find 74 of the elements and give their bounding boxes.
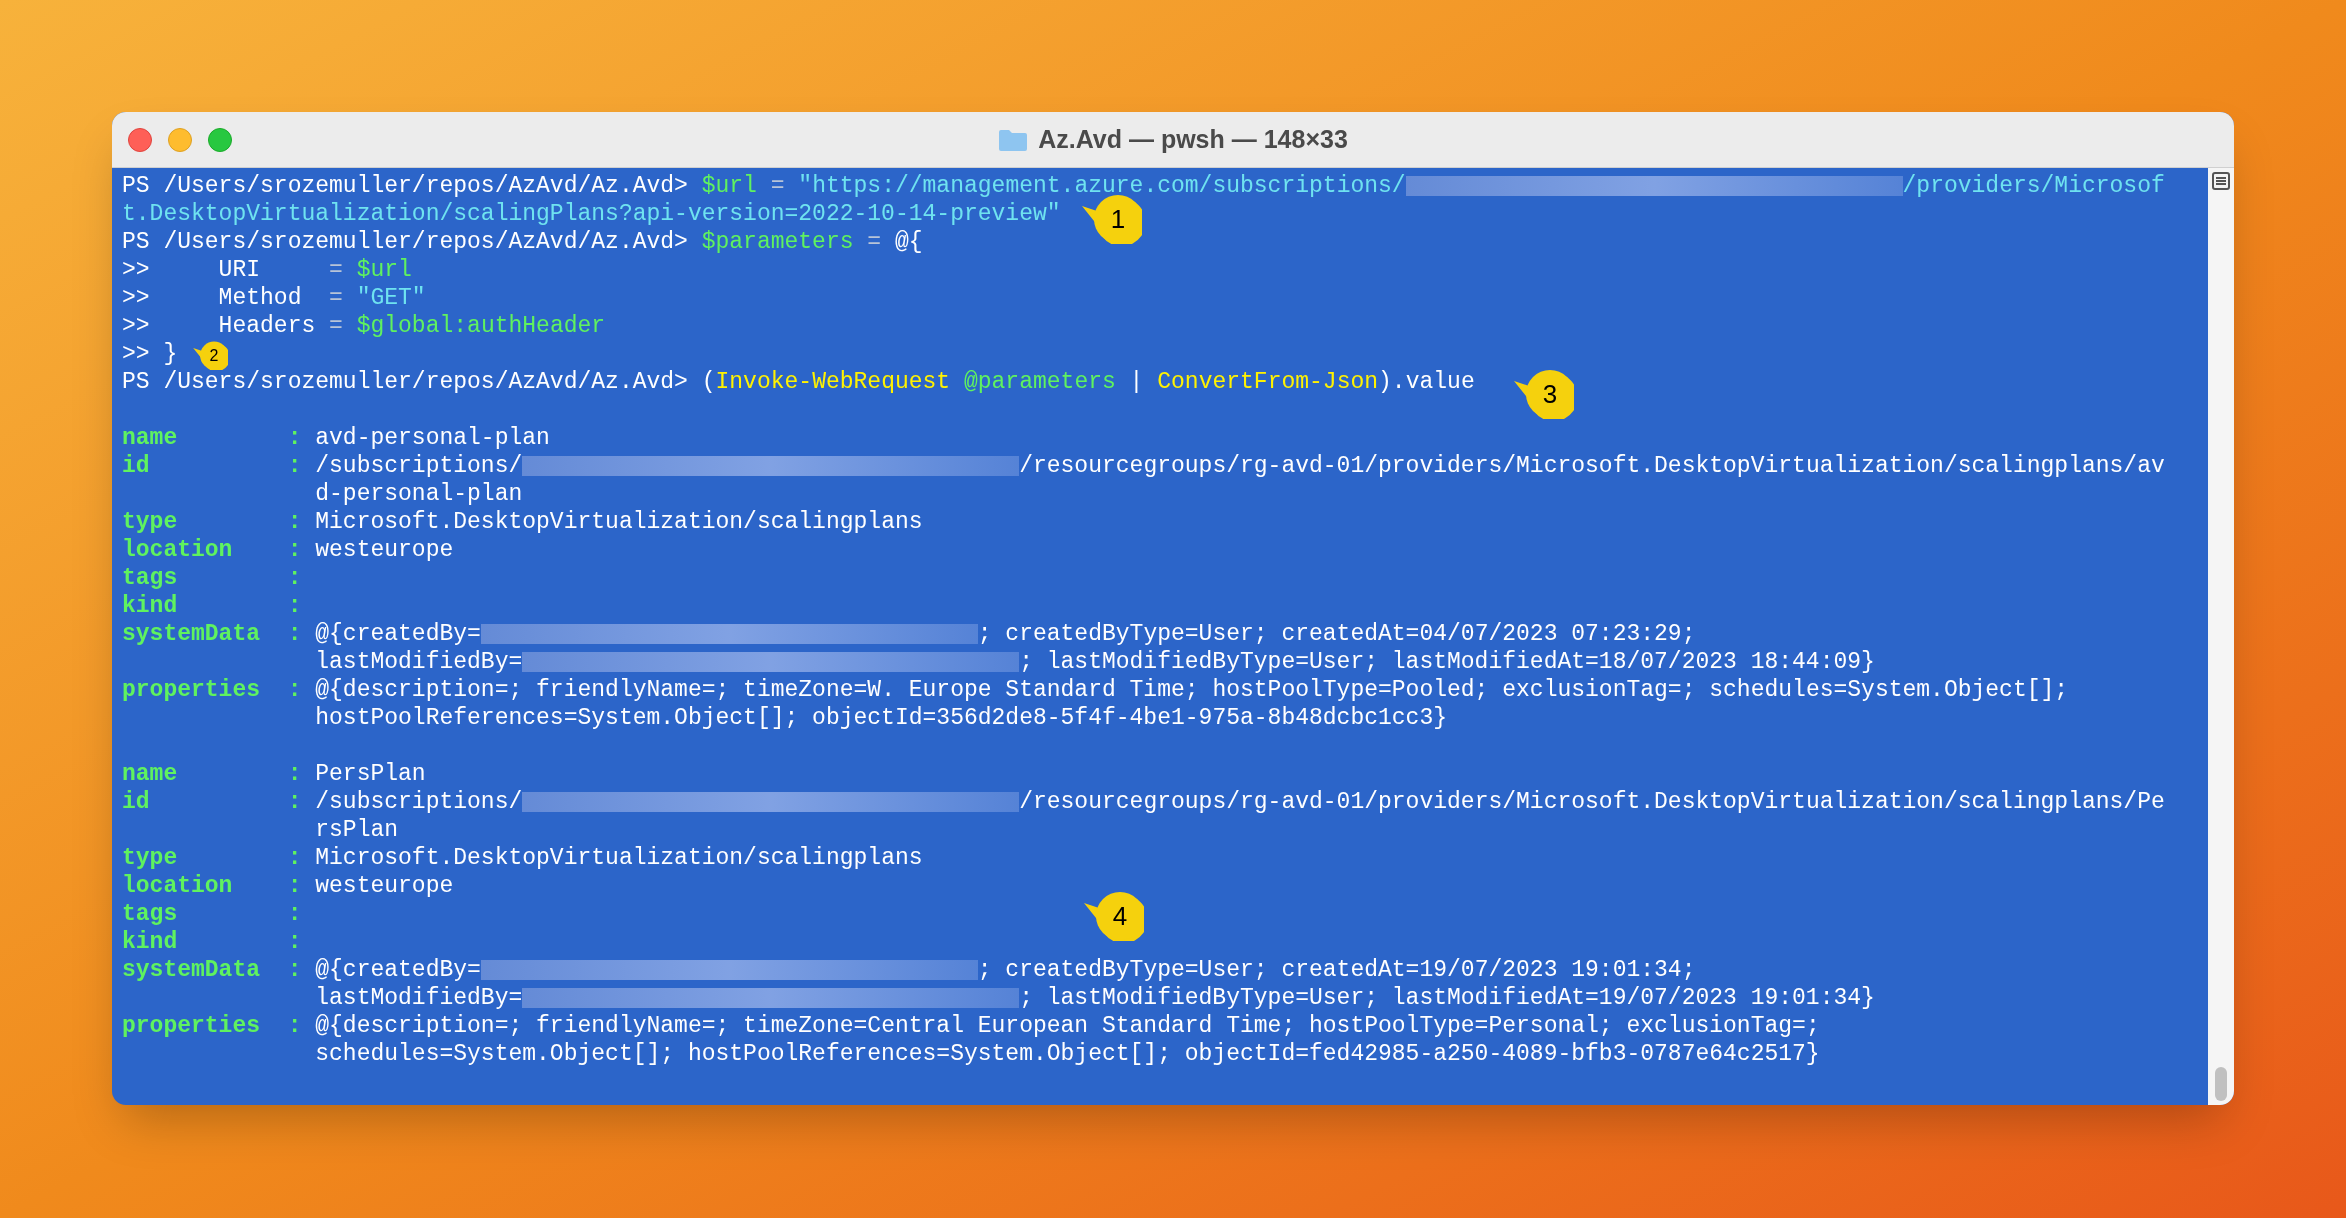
terminal-text: | — [1128, 368, 1145, 396]
scroll-thumb[interactable] — [2215, 1067, 2227, 1101]
terminal-text: kind : — [122, 928, 302, 956]
terminal-text: >> URI — [122, 256, 262, 284]
terminal-text: rsPlan — [314, 816, 399, 844]
terminal-text: Microsoft.DesktopVirtualization/scalingplans — [315, 844, 923, 872]
terminal-text: = — [769, 172, 786, 200]
terminal-text: >> Method — [122, 284, 303, 312]
terminal-text: $parameters — [701, 228, 854, 256]
terminal-text: = — [329, 284, 344, 312]
terminal-text: ConvertFrom-Json — [1157, 368, 1379, 396]
folder-icon — [998, 127, 1029, 152]
terminal-text: tags : — [122, 564, 302, 592]
close-button[interactable] — [128, 127, 152, 152]
terminal-text: = — [329, 256, 344, 284]
terminal-text: properties : — [122, 676, 303, 704]
terminal-text: avd-personal-plan — [315, 424, 550, 452]
terminal-text: t.DesktopVirtualization/scalingPlans?api-version=2022-10-14-preview" — [122, 200, 1061, 228]
terminal-text: >> } — [122, 340, 178, 368]
terminal-text: /subscriptions/ — [315, 452, 523, 480]
terminal-text: type : — [122, 508, 303, 536]
terminal-text: lastModifiedBy= — [314, 984, 523, 1012]
callout-badge: 2 — [192, 341, 228, 370]
terminal-text: @{description=; friendlyName=; timeZone=Central European Standard Time; hostPoolType=Personal; exclusionTag=; — [315, 1012, 1820, 1040]
terminal-text: ; lastModifiedByType=User; lastModifiedAt=18/07/2023 18:44:09} — [1019, 648, 1875, 676]
terminal-text: westeurope — [315, 872, 454, 900]
terminal-text: @{createdBy= — [315, 620, 481, 648]
terminal-text: @parameters — [962, 368, 1116, 396]
minimize-button[interactable] — [168, 127, 192, 152]
terminal-text: systemData : — [122, 620, 303, 648]
terminal-text: /subscriptions/ — [315, 788, 523, 816]
terminal-text: $url — [701, 172, 757, 200]
terminal-text: westeurope — [315, 536, 454, 564]
terminal-text: hostPoolReferences=System.Object[]; objectId=356d2de8-5f4f-4be1-975a-8b48dcbc1cc3} — [314, 704, 1447, 732]
terminal-text: @{createdBy= — [315, 956, 481, 984]
terminal-text: /resourcegroups/rg-avd-01/providers/Microsoft.DesktopVirtualization/scalingplans/av — [1019, 452, 2165, 480]
terminal-text: lastModifiedBy= — [314, 648, 523, 676]
terminal-text: id : — [122, 788, 303, 816]
terminal-text: PS /Users/srozemuller/repos/AzAvd/Az.Avd> — [122, 368, 689, 396]
terminal-text: = — [866, 228, 883, 256]
terminal-text: Invoke-WebRequest — [715, 368, 951, 396]
terminal-text: name : — [122, 424, 303, 452]
terminal-text: id : — [122, 452, 303, 480]
terminal-text: ).value — [1378, 368, 1475, 396]
terminal-text: PersPlan — [315, 760, 426, 788]
terminal-text: /providers/Microsof — [1902, 172, 2165, 200]
terminal-text: properties : — [122, 1012, 303, 1040]
terminal-text: Microsoft.DesktopVirtualization/scalingplans — [315, 508, 923, 536]
terminal-text: >> Headers — [122, 312, 317, 340]
terminal-text: PS /Users/srozemuller/repos/AzAvd/Az.Avd> — [122, 172, 689, 200]
terminal-text: type : — [122, 844, 303, 872]
terminal-text: d-personal-plan — [314, 480, 523, 508]
terminal-text: @{ — [894, 228, 923, 256]
window-title: Az.Avd — pwsh — 148×33 — [1038, 123, 1348, 155]
terminal-text: name : — [122, 760, 303, 788]
zoom-button[interactable] — [208, 127, 232, 152]
terminal-text: ; lastModifiedByType=User; lastModifiedAt=19/07/2023 19:01:34} — [1019, 984, 1875, 1012]
terminal-text: $global:authHeader — [356, 312, 606, 340]
terminal-text: @{description=; friendlyName=; timeZone=W. Europe Standard Time; hostPoolType=Pooled; exclusionTag=; schedules=System.Object[]; — [315, 676, 2069, 704]
terminal-text: systemData : — [122, 956, 303, 984]
terminal-text: schedules=System.Object[]; hostPoolReferences=System.Object[]; objectId=fed42985-a250-4089-bfb3-0787e64c2517} — [314, 1040, 1820, 1068]
marks-icon[interactable] — [2212, 172, 2230, 190]
terminal-text: ; createdByType=User; createdAt=04/07/2023 07:23:29; — [977, 620, 1696, 648]
terminal-text: = — [329, 312, 344, 340]
terminal-text: tags : — [122, 900, 302, 928]
terminal-text: location : — [122, 872, 303, 900]
terminal-text: ( — [701, 368, 716, 396]
terminal-text: PS /Users/srozemuller/repos/AzAvd/Az.Avd> — [122, 228, 689, 256]
terminal-text: ; createdByType=User; createdAt=19/07/2023 19:01:34; — [977, 956, 1696, 984]
terminal-text: /resourcegroups/rg-avd-01/providers/Microsoft.DesktopVirtualization/scalingplans/Pe — [1019, 788, 2165, 816]
terminal-text: kind : — [122, 592, 302, 620]
terminal-text: "GET" — [356, 284, 426, 312]
terminal-text: $url — [356, 256, 412, 284]
terminal-text: location : — [122, 536, 303, 564]
